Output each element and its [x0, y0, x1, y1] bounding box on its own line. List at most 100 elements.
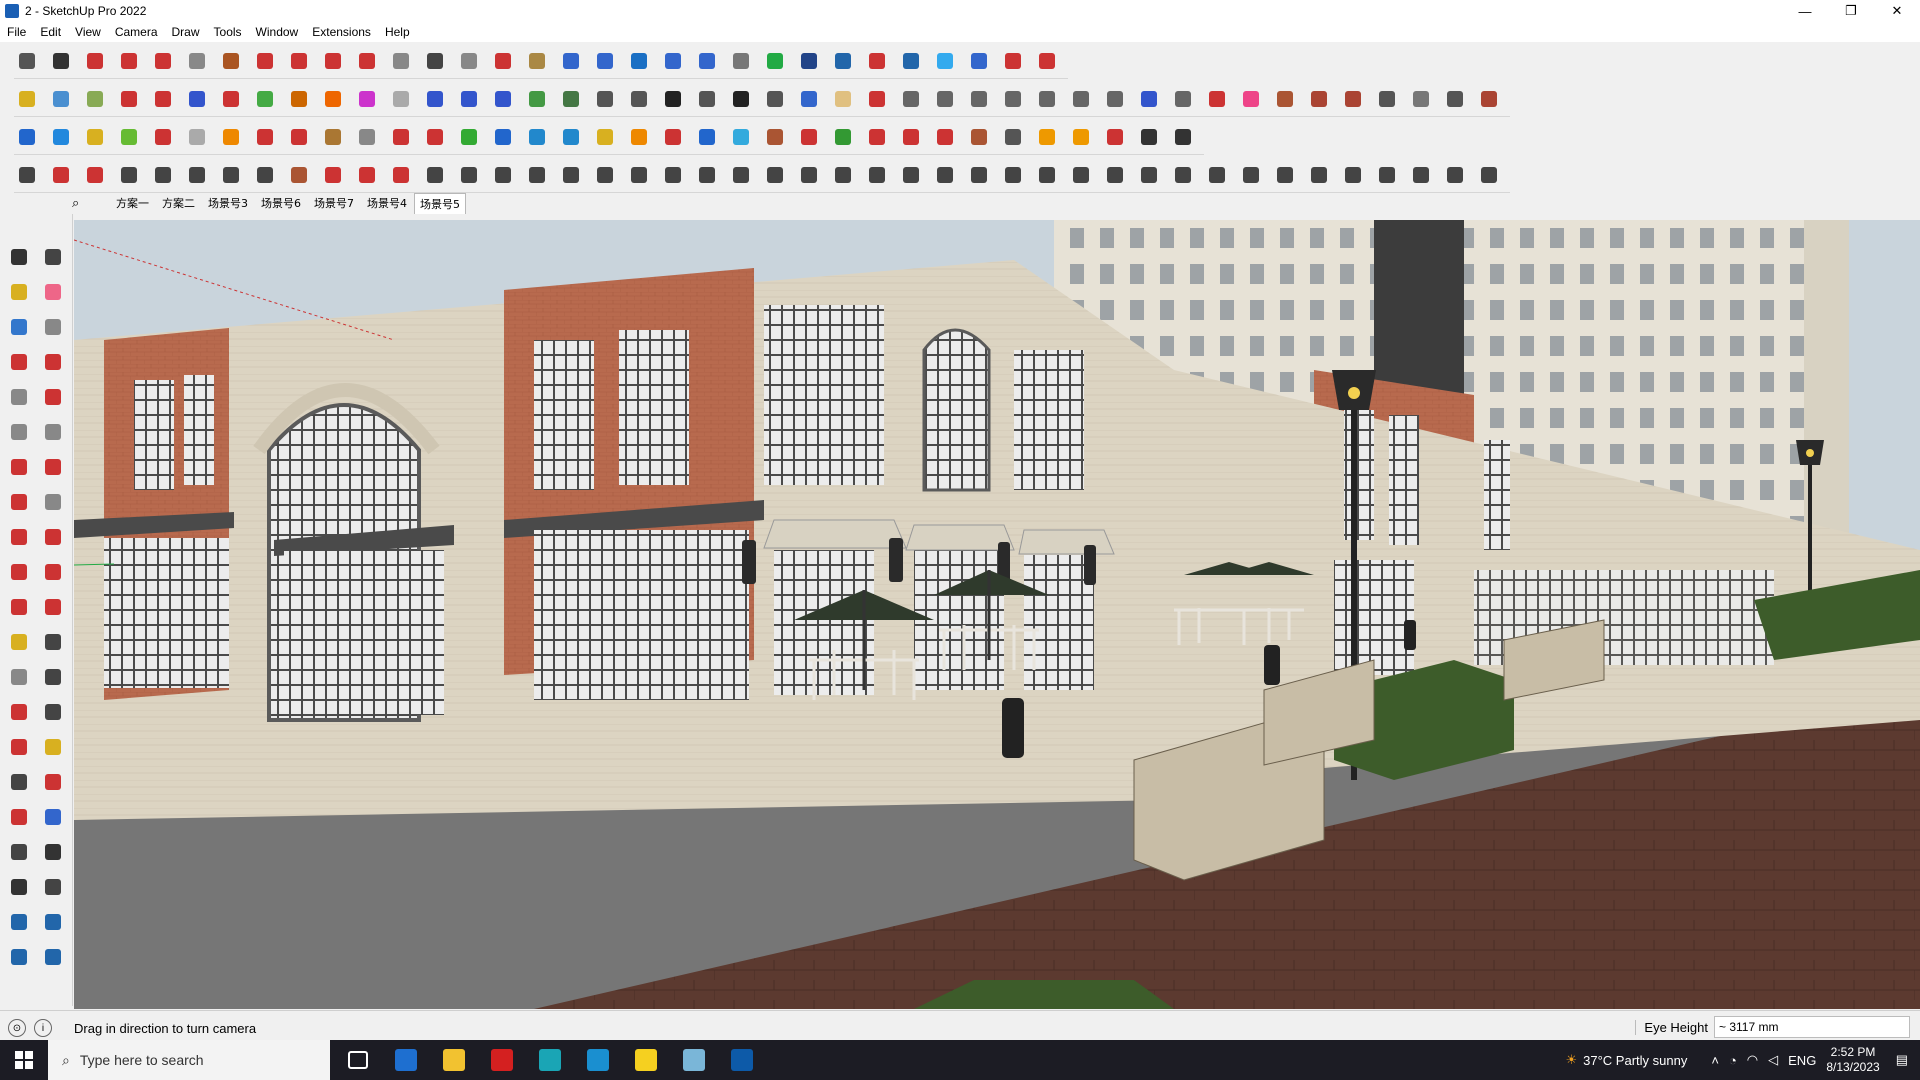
zoom-window-icon[interactable]	[42, 771, 64, 793]
toolbar-2-tool-33-icon[interactable]	[1102, 86, 1128, 112]
menu-help[interactable]: Help	[378, 25, 417, 39]
minimize-button[interactable]: —	[1782, 0, 1828, 22]
polygon-icon[interactable]	[42, 421, 64, 443]
clock[interactable]: 2:52 PM 8/13/2023	[1826, 1045, 1879, 1075]
toolbar-4-tool-20-icon[interactable]	[660, 162, 686, 188]
toolbar-1-tool-7-icon[interactable]	[218, 48, 244, 74]
toolbar-4-tool-18-icon[interactable]	[592, 162, 618, 188]
toolbar-3-tool-5-icon[interactable]	[150, 124, 176, 150]
sticky-notes-icon[interactable]	[622, 1040, 670, 1080]
arc-icon[interactable]	[8, 456, 30, 478]
circle-icon[interactable]	[8, 421, 30, 443]
task-view-icon[interactable]	[334, 1040, 382, 1080]
toolbar-1-tool-23-icon[interactable]	[762, 48, 788, 74]
taskbar-search[interactable]: ⌕ Type here to search	[48, 1040, 330, 1080]
toolbar-3-tool-21-icon[interactable]	[694, 124, 720, 150]
toolbar-4-tool-24-icon[interactable]	[796, 162, 822, 188]
toolbar-1-tool-27-icon[interactable]	[898, 48, 924, 74]
toolbar-4-tool-36-icon[interactable]	[1204, 162, 1230, 188]
toolbar-2-tool-14-icon[interactable]	[456, 86, 482, 112]
toolbar-4-tool-2-icon[interactable]	[48, 162, 74, 188]
move-icon[interactable]	[8, 526, 30, 548]
toolbar-4-tool-43-icon[interactable]	[1442, 162, 1468, 188]
toolbar-1-tool-4-icon[interactable]	[116, 48, 142, 74]
toolbar-2-tool-2-icon[interactable]	[48, 86, 74, 112]
scene-tab-3[interactable]: 场景号3	[202, 192, 254, 214]
toolbar-4-tool-28-icon[interactable]	[932, 162, 958, 188]
toolbar-2-tool-18-icon[interactable]	[592, 86, 618, 112]
toolbar-1-tool-11-icon[interactable]	[354, 48, 380, 74]
toolbar-4-tool-10-icon[interactable]	[320, 162, 346, 188]
toolbar-3-tool-31-icon[interactable]	[1034, 124, 1060, 150]
scene-tab-7[interactable]: 场景号7	[308, 192, 360, 214]
toolbar-4-tool-44-icon[interactable]	[1476, 162, 1502, 188]
line-tool-icon[interactable]	[8, 351, 30, 373]
protractor-icon[interactable]	[8, 666, 30, 688]
toolbar-1-tool-31-icon[interactable]	[1034, 48, 1060, 74]
toolbar-3-tool-2-icon[interactable]	[48, 124, 74, 150]
toolbar-2-tool-40-icon[interactable]	[1340, 86, 1366, 112]
eraser-icon[interactable]	[42, 281, 64, 303]
toolbar-3-tool-35-icon[interactable]	[1170, 124, 1196, 150]
rotated-rect-icon[interactable]	[42, 386, 64, 408]
scene-tab-5[interactable]: 场景号5	[414, 192, 466, 214]
toolbar-3-tool-20-icon[interactable]	[660, 124, 686, 150]
toolbar-1-tool-20-icon[interactable]	[660, 48, 686, 74]
toolbar-2-tool-29-icon[interactable]	[966, 86, 992, 112]
toolbar-4-tool-42-icon[interactable]	[1408, 162, 1434, 188]
toolbar-1-tool-17-icon[interactable]	[558, 48, 584, 74]
toolbar-2-tool-28-icon[interactable]	[932, 86, 958, 112]
toolbar-4-tool-39-icon[interactable]	[1306, 162, 1332, 188]
menu-window[interactable]: Window	[249, 25, 306, 39]
toolbar-3-tool-13-icon[interactable]	[422, 124, 448, 150]
menu-camera[interactable]: Camera	[108, 25, 165, 39]
toolbar-4-tool-32-icon[interactable]	[1068, 162, 1094, 188]
toolbar-4-tool-40-icon[interactable]	[1340, 162, 1366, 188]
toolbar-4-tool-41-icon[interactable]	[1374, 162, 1400, 188]
toolbar-4-tool-26-icon[interactable]	[864, 162, 890, 188]
text-icon[interactable]	[42, 666, 64, 688]
toolbar-2-tool-8-icon[interactable]	[252, 86, 278, 112]
look-around-icon[interactable]	[42, 841, 64, 863]
toolbar-4-tool-30-icon[interactable]	[1000, 162, 1026, 188]
toolbar-2-tool-24-icon[interactable]	[796, 86, 822, 112]
toolbar-2-tool-36-icon[interactable]	[1204, 86, 1230, 112]
offset-icon[interactable]	[42, 596, 64, 618]
edge-icon[interactable]	[574, 1040, 622, 1080]
maximize-button[interactable]: ❐	[1828, 0, 1874, 22]
wifi-icon[interactable]: ◠	[1747, 1052, 1758, 1068]
toolbar-1-tool-22-icon[interactable]	[728, 48, 754, 74]
scene-tab-6[interactable]: 场景号6	[255, 192, 307, 214]
toolbar-4-tool-33-icon[interactable]	[1102, 162, 1128, 188]
measurement-value[interactable]: ~ 3117 mm	[1714, 1016, 1910, 1038]
app-icon[interactable]	[670, 1040, 718, 1080]
rotate-icon[interactable]	[8, 561, 30, 583]
toolbar-1-tool-25-icon[interactable]	[830, 48, 856, 74]
orbit-tool-icon[interactable]	[42, 246, 64, 268]
toolbar-2-tool-13-icon[interactable]	[422, 86, 448, 112]
toolbar-2-tool-16-icon[interactable]	[524, 86, 550, 112]
notification-icon[interactable]: ▤	[1896, 1052, 1908, 1068]
toolbar-1-tool-15-icon[interactable]	[490, 48, 516, 74]
toolbar-4-tool-23-icon[interactable]	[762, 162, 788, 188]
toolbar-1-tool-14-icon[interactable]	[456, 48, 482, 74]
toolbar-3-tool-8-icon[interactable]	[252, 124, 278, 150]
freehand-icon[interactable]	[42, 351, 64, 373]
toolbar-3-tool-11-icon[interactable]	[354, 124, 380, 150]
measure-icon[interactable]	[8, 631, 30, 653]
toolbar-3-tool-28-icon[interactable]	[932, 124, 958, 150]
toolbar-1-tool-16-icon[interactable]	[524, 48, 550, 74]
toolbar-2-tool-44-icon[interactable]	[1476, 86, 1502, 112]
arc3-icon[interactable]	[8, 491, 30, 513]
toolbar-4-tool-29-icon[interactable]	[966, 162, 992, 188]
toolbar-3-tool-32-icon[interactable]	[1068, 124, 1094, 150]
toolbar-3-tool-10-icon[interactable]	[320, 124, 346, 150]
toolbar-4-tool-6-icon[interactable]	[184, 162, 210, 188]
toolbar-2-tool-17-icon[interactable]	[558, 86, 584, 112]
toolbar-2-tool-34-icon[interactable]	[1136, 86, 1162, 112]
scene-tab-1[interactable]: 方案一	[110, 192, 155, 214]
toolbar-1-tool-21-icon[interactable]	[694, 48, 720, 74]
toolbar-1-tool-29-icon[interactable]	[966, 48, 992, 74]
toolbar-1-tool-8-icon[interactable]	[252, 48, 278, 74]
pie-icon[interactable]	[42, 491, 64, 513]
